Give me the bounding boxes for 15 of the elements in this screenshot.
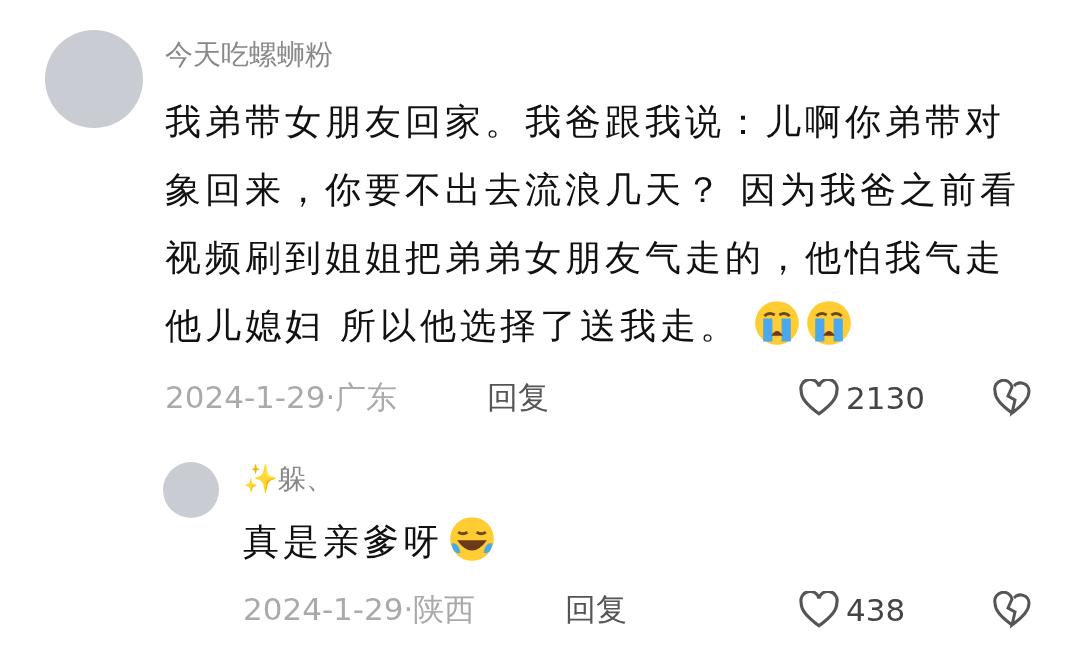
laughing-face-icon	[449, 516, 495, 562]
heart-icon[interactable]	[798, 379, 840, 417]
comment-date: 2024-1-29·广东	[165, 378, 399, 417]
comment-text: 真是亲爹呀	[243, 508, 1032, 576]
crying-face-icon	[754, 300, 801, 346]
like-count: 438	[846, 592, 907, 628]
reply-button[interactable]: 回复	[487, 377, 549, 419]
reply-button[interactable]: 回复	[565, 589, 627, 631]
comment-text: 我弟带女朋友回家。我爸跟我说：儿啊你弟带对象回来，你要不出去流浪几天？ 因为我爸之前看视频刷到姐姐把弟弟女朋友气走的，他怕我气走他儿媳妇 所以他选择了送我走。	[165, 100, 1022, 348]
like-count: 2130	[846, 380, 926, 416]
crying-face-icon	[806, 300, 853, 346]
heart-icon[interactable]	[798, 591, 840, 629]
username[interactable]: ✨躲、	[243, 460, 334, 498]
comment-date: 2024-1-29·陕西	[243, 590, 477, 629]
username[interactable]: 今天吃螺蛳粉	[165, 36, 333, 74]
